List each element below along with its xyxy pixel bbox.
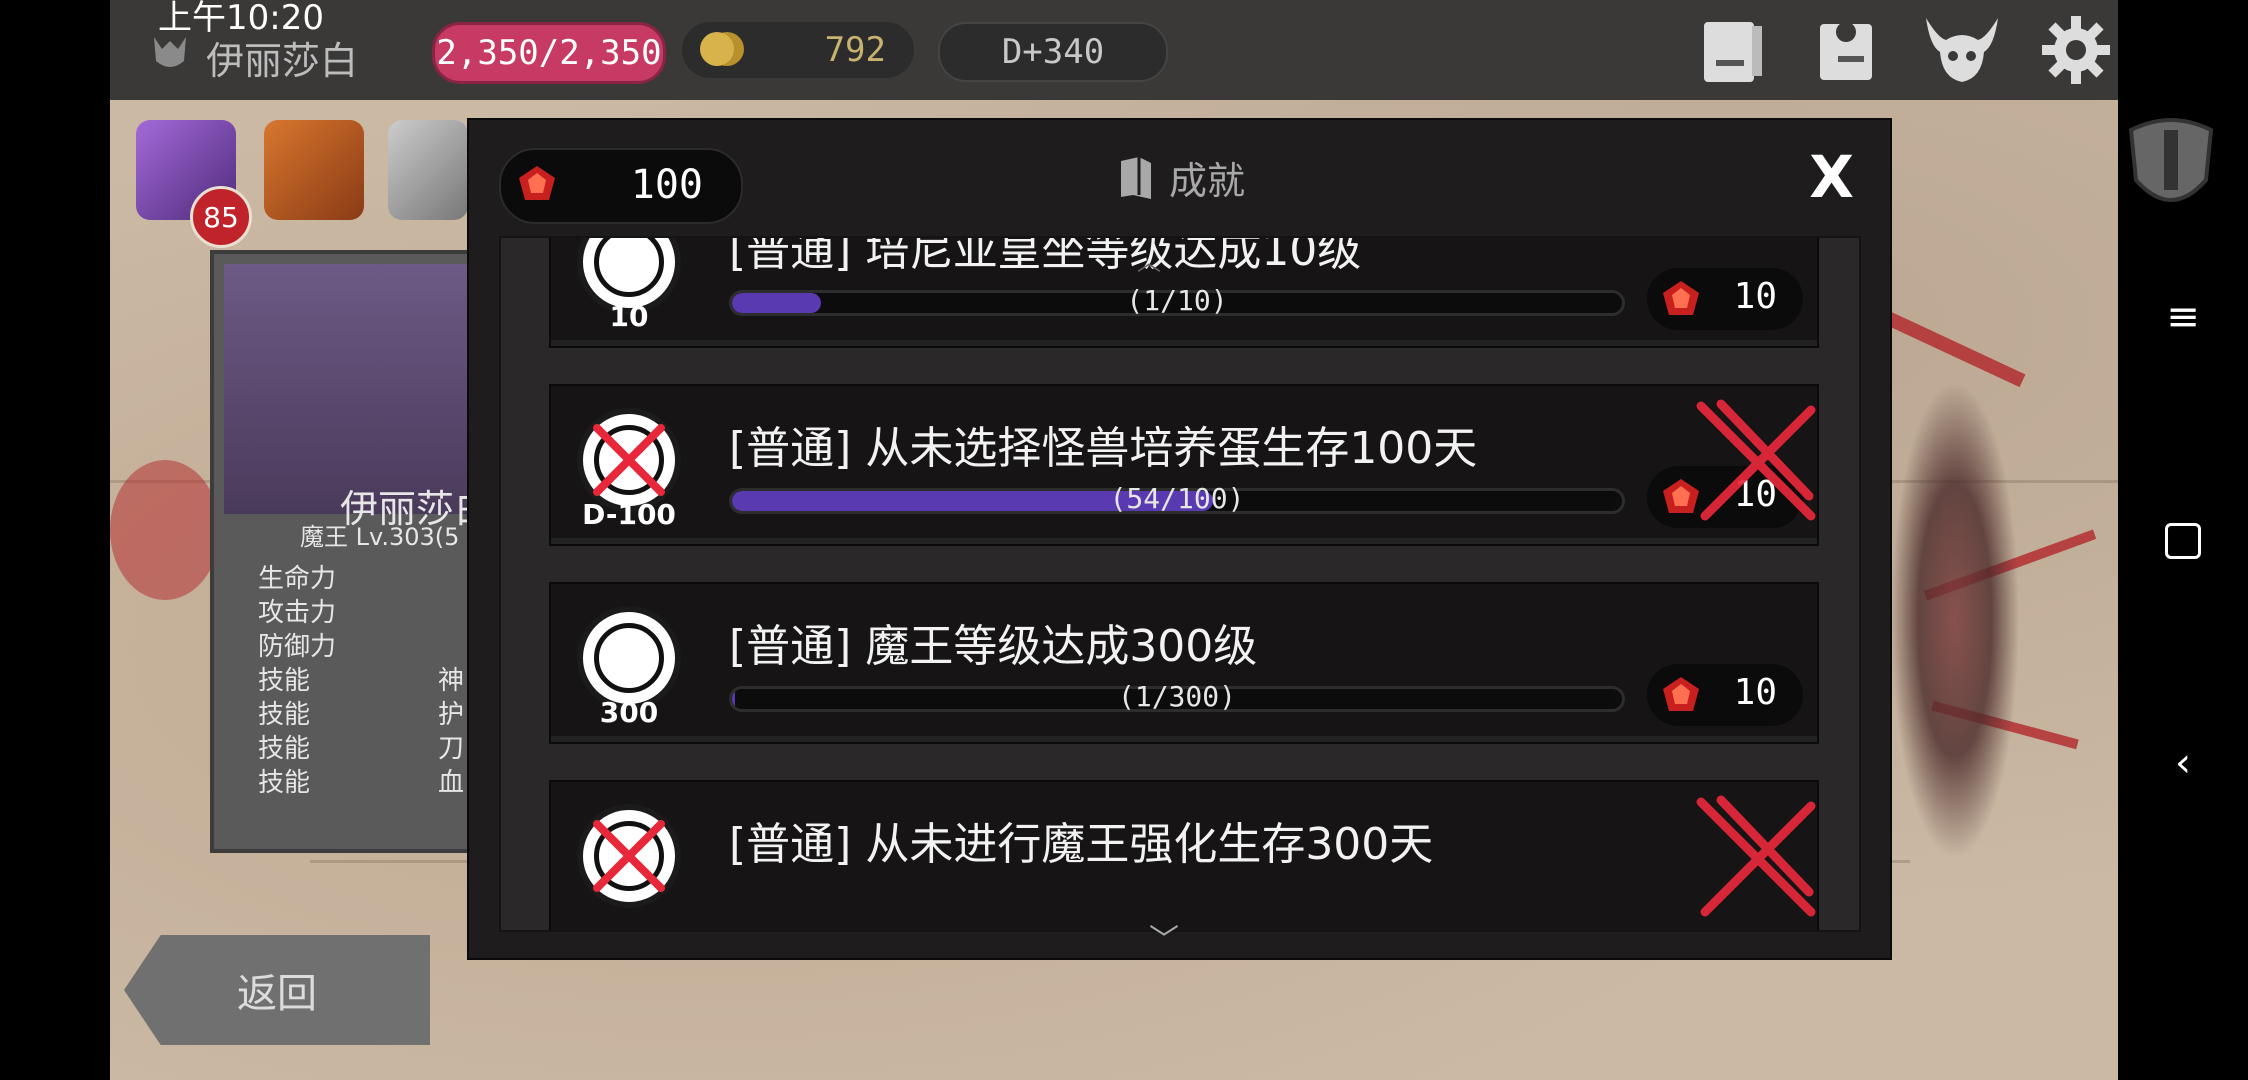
home-square-icon[interactable] — [2158, 516, 2208, 566]
stat-label: 攻击力 — [258, 598, 337, 628]
achievement-title: [普通] 从未选择怪兽培养蛋生存100天 — [729, 423, 1478, 474]
scroll-icon[interactable] — [388, 120, 468, 220]
item-count-badge: 85 — [190, 186, 252, 248]
spellbook-icon[interactable] — [264, 120, 364, 220]
coin-icon — [700, 32, 734, 66]
stat-label: 技能 — [258, 734, 311, 764]
skill-name: 血 — [438, 768, 465, 798]
achievement-title: [普通] 从未进行魔王强化生存300天 — [729, 819, 1434, 870]
progress-text: (54/100) — [1109, 482, 1245, 515]
red-gem-icon — [1663, 479, 1699, 513]
failed-x-icon — [1696, 795, 1816, 917]
achievement-row: 10 [普通] 培尼亚皇坐等级达成10级 (1/10) 10 — [549, 236, 1819, 348]
reward-pill: 10 — [1647, 466, 1803, 528]
modal-title-text: 成就 — [1169, 159, 1246, 203]
achievement-icon-caption: 10 — [609, 300, 649, 333]
back-button[interactable]: 返回 — [124, 935, 430, 1045]
red-paint — [110, 460, 220, 600]
skill-name: 神 — [438, 666, 465, 696]
red-gem-icon — [519, 166, 555, 200]
skill-name: 护 — [438, 700, 465, 730]
close-button[interactable]: X — [1809, 148, 1854, 206]
stat-label: 技能 — [258, 666, 311, 696]
card-book-icon[interactable] — [1692, 8, 1776, 92]
achievement-book-icon — [1121, 156, 1151, 199]
reward-value: 10 — [1733, 474, 1777, 515]
scroll-up-chevron-icon[interactable]: ︿ — [1137, 242, 1161, 277]
gem-count: 100 — [630, 162, 703, 208]
gold-pill: 792 — [682, 22, 914, 78]
crossed-out-icon — [593, 820, 665, 892]
stat-label: 防御力 — [258, 632, 337, 662]
achievement-list[interactable]: 10 [普通] 培尼亚皇坐等级达成10级 (1/10) 10 D-100 [普通… — [499, 236, 1861, 932]
achievement-icon-caption: 300 — [599, 696, 659, 729]
gold-value: 792 — [824, 30, 886, 70]
reward-value: 10 — [1733, 672, 1777, 713]
monster-sprites — [1890, 380, 2020, 860]
system-nav-bar: ≡ ‹ — [2118, 0, 2248, 1080]
menu-icon[interactable]: ≡ — [2158, 292, 2208, 342]
demon-head-badge-icon — [577, 606, 681, 710]
achievement-icon-caption: D-100 — [582, 498, 676, 531]
red-gem-icon — [1663, 677, 1699, 711]
stat-label: 技能 — [258, 768, 311, 798]
achievement-title: [普通] 培尼亚皇坐等级达成10级 — [729, 236, 1362, 276]
stat-label: 生命力 — [258, 564, 337, 594]
reward-pill: 10 — [1647, 268, 1803, 330]
quest-book-icon[interactable] — [1806, 8, 1890, 92]
back-chevron-icon[interactable]: ‹ — [2158, 738, 2208, 788]
character-level: 魔王 Lv.303(5 — [300, 523, 460, 551]
player-name: 伊丽莎白 — [206, 39, 359, 83]
achievement-row: 300 [普通] 魔王等级达成300级 (1/300) 10 — [549, 582, 1819, 744]
red-paint — [1874, 306, 2026, 388]
settings-gear-icon[interactable] — [2034, 8, 2118, 92]
reward-pill: 10 — [1647, 664, 1803, 726]
achievements-modal: 100 成就 X 10 [普通] 培尼亚皇坐等级达成10级 (1/10) 10 … — [467, 118, 1892, 960]
helmet-icon[interactable] — [2116, 110, 2226, 224]
progress-text: (1/10) — [1126, 284, 1228, 317]
demon-crest-icon — [148, 31, 192, 84]
day-pill: D+340 — [938, 22, 1168, 82]
scroll-down-chevron-icon[interactable]: ﹀ — [1149, 915, 1179, 959]
modal-title: 成就 — [1117, 150, 1245, 205]
hp-pill: 2,350/2,350 — [432, 22, 666, 84]
reward-value: 10 — [1733, 276, 1777, 317]
red-gem-icon — [1663, 281, 1699, 315]
player-info: 伊丽莎白 — [148, 30, 358, 85]
skill-name: 刀 — [438, 734, 465, 764]
progress-text: (1/300) — [1117, 680, 1236, 713]
achievement-title: [普通] 魔王等级达成300级 — [729, 621, 1258, 672]
crossed-out-icon — [593, 424, 665, 496]
stat-label: 技能 — [258, 700, 311, 730]
achievement-row: D-100 [普通] 从未选择怪兽培养蛋生存100天 (54/100) 10 — [549, 384, 1819, 546]
gem-balance: 100 — [499, 148, 743, 224]
demon-skull-icon[interactable] — [1920, 8, 2004, 92]
achievement-row: [普通] 从未进行魔王强化生存300天 — [549, 780, 1819, 930]
top-icons — [1692, 8, 2118, 92]
